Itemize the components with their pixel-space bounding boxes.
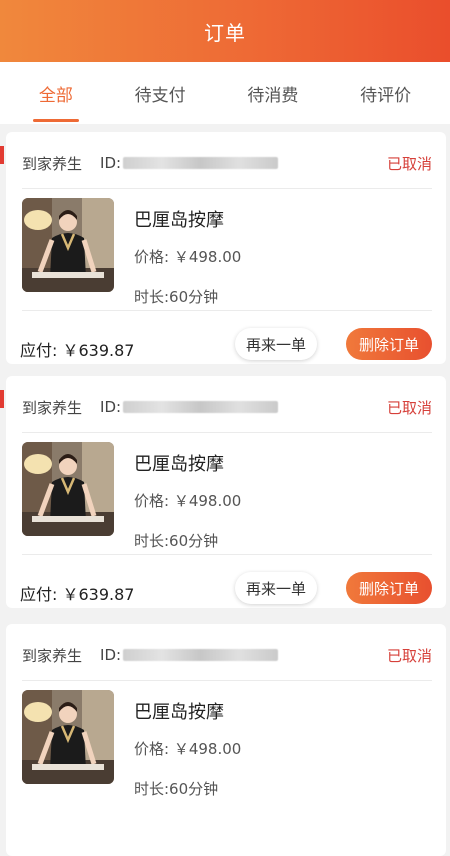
divider (22, 310, 432, 311)
order-status: 已取消 (386, 154, 432, 173)
order-id-redacted (123, 157, 279, 169)
order-card-header: 到家养生 ID: 已取消 (22, 642, 432, 668)
divider (22, 432, 432, 433)
tab-all[interactable]: 全部 (31, 75, 81, 122)
order-card: 到家养生 ID: 已取消 巴厘岛按摩 价格: ￥498.00 (0, 132, 446, 364)
shop-name: 到家养生 (22, 646, 83, 665)
delete-order-button[interactable]: 删除订单 (346, 328, 432, 360)
divider (22, 680, 432, 681)
divider (22, 554, 432, 555)
card-accent-bar (0, 146, 4, 164)
app-header: 订单 (0, 0, 450, 62)
order-card: 到家养生 ID: 已取消 巴厘岛按摩 价格: ￥498.00 (0, 376, 446, 608)
order-card: 到家养生 ID: 已取消 巴厘岛按摩 价格: ￥498.00 (6, 624, 446, 856)
reorder-button[interactable]: 再来一单 (235, 572, 317, 604)
order-id-label: ID: (100, 646, 122, 664)
shop-name: 到家养生 (22, 154, 83, 173)
divider (22, 188, 432, 189)
service-duration: 时长:60分钟 (134, 288, 219, 306)
order-card-header: 到家养生 ID: 已取消 (22, 394, 432, 420)
product-name: 巴厘岛按摩 (134, 454, 224, 475)
order-tabs: 全部 待支付 待消费 待评价 (0, 62, 450, 124)
order-card-header: 到家养生 ID: 已取消 (22, 150, 432, 176)
amount-due: 应付: ￥639.87 (20, 341, 135, 360)
product-price: 价格: ￥498.00 (134, 492, 242, 510)
order-status: 已取消 (386, 398, 432, 417)
product-price: 价格: ￥498.00 (134, 740, 242, 758)
card-accent-bar (0, 390, 4, 408)
service-duration: 时长:60分钟 (134, 532, 219, 550)
product-image[interactable] (22, 442, 114, 536)
page-title: 订单 (204, 20, 246, 45)
product-image[interactable] (22, 690, 114, 784)
service-duration: 时长:60分钟 (134, 780, 219, 798)
amount-due: 应付: ￥639.87 (20, 585, 135, 604)
tab-pending-payment[interactable]: 待支付 (127, 75, 194, 112)
order-id-label: ID: (100, 398, 122, 416)
delete-order-button[interactable]: 删除订单 (346, 572, 432, 604)
order-status: 已取消 (386, 646, 432, 665)
product-name: 巴厘岛按摩 (134, 210, 224, 231)
tab-pending-review[interactable]: 待评价 (352, 75, 419, 112)
product-price: 价格: ￥498.00 (134, 248, 242, 266)
shop-name: 到家养生 (22, 398, 83, 417)
order-id-label: ID: (100, 154, 122, 172)
reorder-button[interactable]: 再来一单 (235, 328, 317, 360)
product-name: 巴厘岛按摩 (134, 702, 224, 723)
order-id-redacted (123, 649, 279, 661)
product-image[interactable] (22, 198, 114, 292)
tab-pending-use[interactable]: 待消费 (239, 75, 306, 112)
order-id-redacted (123, 401, 279, 413)
